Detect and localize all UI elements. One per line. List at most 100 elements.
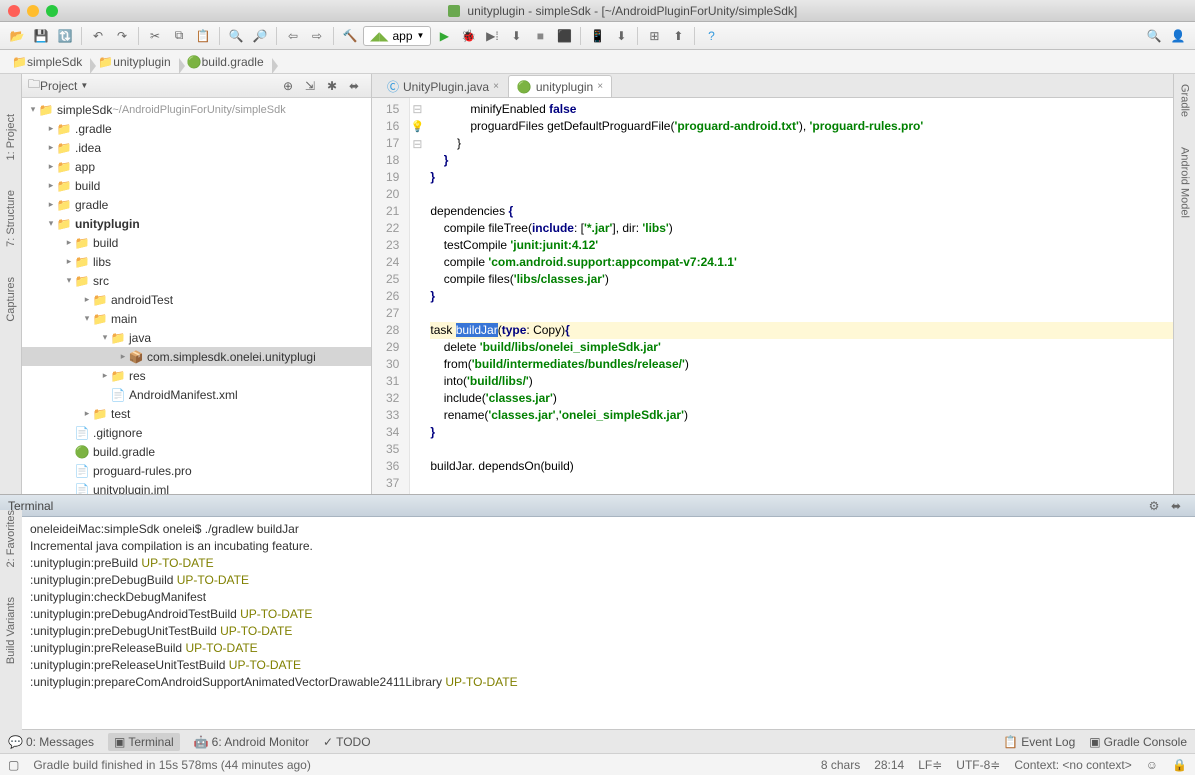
minimize-window-button[interactable]: [27, 5, 39, 17]
cut-icon[interactable]: ✂: [144, 25, 166, 47]
tab-todo[interactable]: ✓ TODO: [323, 735, 371, 749]
tree-node[interactable]: ▾📁unityplugin: [22, 214, 371, 233]
zoom-window-button[interactable]: [46, 5, 58, 17]
tab-structure[interactable]: 7: Structure: [5, 190, 17, 247]
status-context[interactable]: Context: <no context>: [1014, 758, 1131, 772]
make-icon[interactable]: 🔨: [339, 25, 361, 47]
project-view-select[interactable]: Project: [40, 79, 77, 93]
tab-build-variants[interactable]: Build Variants: [5, 597, 17, 664]
close-tab-icon[interactable]: ×: [597, 81, 603, 92]
titlebar: unityplugin - simpleSdk - [~/AndroidPlug…: [0, 0, 1195, 22]
tab-android-monitor[interactable]: 🤖 6: Android Monitor: [194, 735, 309, 749]
line-gutter[interactable]: 1516171819202122232425262728293031323334…: [372, 98, 410, 494]
settings-icon[interactable]: ✱: [321, 75, 343, 97]
redo-icon[interactable]: ↷: [111, 25, 133, 47]
paste-icon[interactable]: 📋: [192, 25, 214, 47]
open-icon[interactable]: 📂: [6, 25, 28, 47]
tree-node[interactable]: ▾📁simpleSdk ~/AndroidPluginForUnity/simp…: [22, 100, 371, 119]
tab-messages[interactable]: 💬 0: Messages: [8, 735, 94, 749]
status-inspector[interactable]: ☺: [1146, 758, 1158, 772]
tree-node[interactable]: ▸📁gradle: [22, 195, 371, 214]
tree-node[interactable]: ▸📦com.simplesdk.onelei.unityplugi: [22, 347, 371, 366]
avd-icon[interactable]: 📱: [586, 25, 608, 47]
tree-node[interactable]: 📄.gitignore: [22, 423, 371, 442]
editor-tabs: ⒸUnityPlugin.java×🟢unityplugin×: [372, 74, 1173, 98]
collapse-icon[interactable]: ⇲: [299, 75, 321, 97]
replace-icon[interactable]: 🔎: [249, 25, 271, 47]
undo-icon[interactable]: ↶: [87, 25, 109, 47]
bottom-tool-tabs: 💬 0: Messages ▣ Terminal 🤖 6: Android Mo…: [0, 729, 1195, 753]
breadcrumb-item[interactable]: 📁 simpleSdk: [6, 55, 92, 69]
sync-icon[interactable]: 🔃: [54, 25, 76, 47]
editor-tab[interactable]: 🟢unityplugin×: [508, 75, 612, 97]
tree-node[interactable]: ▸📁.idea: [22, 138, 371, 157]
editor-area: ⒸUnityPlugin.java×🟢unityplugin× 15161718…: [372, 74, 1173, 494]
editor-tab[interactable]: ⒸUnityPlugin.java×: [378, 75, 508, 97]
run-coverage-icon[interactable]: ▶⁞: [481, 25, 503, 47]
user-icon[interactable]: 👤: [1167, 25, 1189, 47]
tree-node[interactable]: 📄AndroidManifest.xml: [22, 385, 371, 404]
gear-icon[interactable]: ⚙: [1143, 495, 1165, 517]
layout-icon[interactable]: ⊞: [643, 25, 665, 47]
attach-icon[interactable]: ⬇: [505, 25, 527, 47]
tree-node[interactable]: ▸📁build: [22, 233, 371, 252]
tab-gradle-console[interactable]: ▣ Gradle Console: [1089, 735, 1187, 749]
save-icon[interactable]: 💾: [30, 25, 52, 47]
tree-node[interactable]: ▸📁build: [22, 176, 371, 195]
fold-column[interactable]: ⊟💡⊟: [410, 98, 424, 494]
stop-icon[interactable]: ■: [529, 25, 551, 47]
tab-event-log[interactable]: 📋 Event Log: [1003, 735, 1075, 749]
tree-node[interactable]: ▾📁src: [22, 271, 371, 290]
status-line-ending[interactable]: LF≑: [918, 758, 942, 772]
breadcrumb-item[interactable]: 📁 unityplugin: [92, 55, 180, 69]
hide-terminal-icon[interactable]: ⬌: [1165, 495, 1187, 517]
status-caret-pos[interactable]: 28:14: [874, 758, 904, 772]
run-icon[interactable]: ▶: [433, 25, 455, 47]
search-everywhere-icon[interactable]: 🔍: [1143, 25, 1165, 47]
back-icon[interactable]: ⇦: [282, 25, 304, 47]
status-bar: ▢ Gradle build finished in 15s 578ms (44…: [0, 753, 1195, 775]
breadcrumb-item[interactable]: 🟢 build.gradle: [181, 55, 274, 69]
tree-node[interactable]: ▸📁androidTest: [22, 290, 371, 309]
right-tool-tabs: Gradle Android Model: [1173, 74, 1195, 494]
lock-icon[interactable]: 🔒: [1172, 758, 1187, 772]
debug-icon[interactable]: 🐞: [457, 25, 479, 47]
tree-node[interactable]: ▸📁libs: [22, 252, 371, 271]
tree-node[interactable]: ▸📁res: [22, 366, 371, 385]
stop2-icon[interactable]: ⬛: [553, 25, 575, 47]
copy-icon[interactable]: ⧉: [168, 25, 190, 47]
tab-project[interactable]: 1: Project: [5, 114, 17, 160]
terminal-panel: Terminal ⚙ ⬌ + × oneleideiMac:simpleSdk …: [0, 494, 1195, 729]
hide-icon[interactable]: ⬌: [343, 75, 365, 97]
status-chars: 8 chars: [821, 758, 860, 772]
tab-favorites[interactable]: 2: Favorites: [5, 510, 17, 567]
find-icon[interactable]: 🔍: [225, 25, 247, 47]
tree-node[interactable]: 📄proguard-rules.pro: [22, 461, 371, 480]
code-source[interactable]: minifyEnabled false proguardFiles getDef…: [424, 98, 1173, 494]
sdk-icon[interactable]: ⬇: [610, 25, 632, 47]
tree-node[interactable]: ▸📁app: [22, 157, 371, 176]
tab-captures[interactable]: Captures: [5, 277, 17, 322]
tab-gradle[interactable]: Gradle: [1179, 84, 1191, 117]
run-config-select[interactable]: ◢◣ app ▼: [363, 26, 431, 46]
structure-icon[interactable]: ⬆: [667, 25, 689, 47]
left-tool-tabs: 1: Project 7: Structure Captures: [0, 74, 22, 494]
close-tab-icon[interactable]: ×: [493, 81, 499, 92]
tree-node[interactable]: ▸📁test: [22, 404, 371, 423]
tree-node[interactable]: ▾📁java: [22, 328, 371, 347]
forward-icon[interactable]: ⇨: [306, 25, 328, 47]
android-icon: ◢◣: [370, 29, 388, 43]
project-tree[interactable]: ▾📁simpleSdk ~/AndroidPluginForUnity/simp…: [22, 98, 371, 494]
main-toolbar: 📂 💾 🔃 ↶ ↷ ✂ ⧉ 📋 🔍 🔎 ⇦ ⇨ 🔨 ◢◣ app ▼ ▶ 🐞 ▶…: [0, 22, 1195, 50]
scroll-from-icon[interactable]: ⊕: [277, 75, 299, 97]
status-encoding[interactable]: UTF-8≑: [956, 758, 1000, 772]
terminal-output[interactable]: oneleideiMac:simpleSdk onelei$ ./gradlew…: [22, 517, 1195, 729]
close-window-button[interactable]: [8, 5, 20, 17]
tree-node[interactable]: 🟢build.gradle: [22, 442, 371, 461]
tree-node[interactable]: ▸📁.gradle: [22, 119, 371, 138]
help-icon[interactable]: ?: [700, 25, 722, 47]
tree-node[interactable]: ▾📁main: [22, 309, 371, 328]
tree-node[interactable]: 📄unityplugin.iml: [22, 480, 371, 494]
tab-terminal[interactable]: ▣ Terminal: [108, 733, 180, 751]
tab-android-model[interactable]: Android Model: [1179, 147, 1191, 218]
